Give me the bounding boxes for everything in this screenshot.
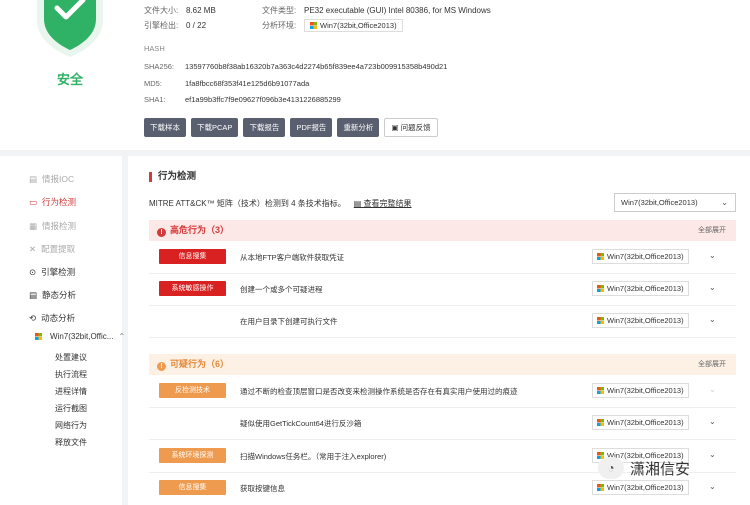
- action-bar: 下载样本 下载PCAP 下载报告 PDF报告 重新分析 ▣ 问题反馈: [144, 118, 438, 137]
- table-row[interactable]: 在用户目录下创建可执行文件 Win7(32bit,Office2013) ⌄: [149, 306, 736, 338]
- windows-icon: [35, 333, 42, 340]
- sidebar-env[interactable]: Win7(32bit,Offic... ⌃: [35, 332, 125, 341]
- windows-icon: [597, 253, 604, 260]
- doc-icon: ▤: [353, 199, 364, 208]
- file-size: 文件大小: 8.62 MB: [144, 6, 216, 15]
- verdict-label: 安全: [56, 72, 83, 87]
- sidebar-sub-dropped[interactable]: 释放文件: [55, 437, 87, 448]
- expand-all-button[interactable]: 全部展开: [698, 354, 726, 375]
- env-tag: Win7(32bit,Office2013): [304, 19, 403, 32]
- feedback-icon: ▣: [391, 123, 401, 132]
- download-report-button[interactable]: 下载报告: [243, 118, 286, 137]
- category-tag: 信息搜集: [159, 480, 226, 495]
- sidebar-item-ioc[interactable]: ▤ 情报IOC: [29, 173, 74, 185]
- sidebar-item-intel[interactable]: ▦ 情报检测: [29, 220, 76, 232]
- sidebar-sub-flow[interactable]: 执行流程: [55, 369, 87, 380]
- windows-icon: [597, 419, 604, 426]
- env-select[interactable]: Win7(32bit,Office2013) ⌄: [614, 193, 736, 212]
- sidebar-sub-suggest[interactable]: 处置建议: [55, 352, 87, 363]
- env-tag: Win7(32bit,Office2013): [592, 249, 689, 264]
- expand-all-button[interactable]: 全部展开: [698, 220, 726, 241]
- env-tag: Win7(32bit,Office2013): [592, 415, 689, 430]
- feedback-button[interactable]: ▣ 问题反馈: [384, 118, 438, 137]
- sidebar-sub-screenshot[interactable]: 运行截图: [55, 403, 87, 414]
- env-tag: Win7(32bit,Office2013): [592, 480, 689, 495]
- table-row[interactable]: 系统敏感操作 创建一个或多个可疑进程 Win7(32bit,Office2013…: [149, 274, 736, 306]
- chevron-down-icon: ⌄: [721, 198, 728, 207]
- reanalyze-button[interactable]: 重新分析: [337, 118, 380, 137]
- behavior-desc: 获取按键信息: [240, 484, 285, 493]
- summary-panel: 安全 文件大小: 8.62 MB 文件类型: PE32 executable (GU…: [0, 0, 750, 150]
- mitre-summary: MITRE ATT&CK™ 矩阵（技术）检测到 4 条技术指标。 ▤ 查看完整结果: [149, 199, 412, 208]
- watermark: ◔ 潇湘信安: [598, 457, 690, 479]
- chevron-down-icon[interactable]: ⌄: [709, 283, 716, 292]
- behavior-desc: 在用户目录下创建可执行文件: [240, 317, 338, 326]
- category-tag: 系统敏感操作: [159, 281, 226, 296]
- behavior-desc: 疑似使用GetTickCount64进行反沙箱: [240, 419, 362, 428]
- chevron-down-icon[interactable]: ⌄: [709, 417, 716, 426]
- sha256-row: SHA256: 13597760b8f38ab16320b7a363c4d2274…: [144, 62, 448, 71]
- md5-row: MD5: 1fa8fbcc68f353f41e125d6b91077ada: [144, 79, 310, 88]
- alert-icon: !: [157, 228, 166, 237]
- table-row[interactable]: 反检测技术 通过不断的检查顶层窗口是否改变来检测操作系统是否存在有真实用户使用过…: [149, 376, 736, 408]
- monitor-icon: ▭: [29, 196, 38, 207]
- category-tag: 系统环境探测: [159, 448, 226, 463]
- sidebar-sub-network[interactable]: 网络行为: [55, 420, 87, 431]
- sidebar-item-behavior[interactable]: ▭ 行为检测: [29, 196, 76, 208]
- download-pcap-button[interactable]: 下载PCAP: [191, 118, 239, 137]
- static-icon: ▤: [29, 289, 38, 300]
- wechat-icon: ◔: [598, 457, 624, 479]
- sidebar-item-config[interactable]: ✕ 配置提取: [29, 243, 75, 255]
- chevron-down-icon[interactable]: ⌄: [709, 251, 716, 260]
- chevron-down-icon[interactable]: ⌄: [709, 450, 716, 459]
- help-circle-icon: ⊙: [29, 266, 37, 277]
- analysis-env: 分析环境: Win7(32bit,Office2013): [262, 19, 403, 32]
- sidebar-item-engine[interactable]: ⊙ 引擎检测: [29, 266, 75, 278]
- windows-icon: [597, 387, 604, 394]
- env-tag: Win7(32bit,Office2013): [592, 383, 689, 398]
- behavior-desc: 从本地FTP客户端软件获取凭证: [240, 253, 345, 262]
- sidebar-sub-process[interactable]: 进程详情: [55, 386, 87, 397]
- env-tag: Win7(32bit,Office2013): [592, 281, 689, 296]
- mitre-full-link[interactable]: ▤ 查看完整结果: [354, 199, 412, 208]
- sidebar-item-dynamic[interactable]: ⟲ 动态分析: [29, 312, 75, 324]
- engine-result: 引擎检出: 0 / 22: [144, 21, 207, 30]
- env-tag: Win7(32bit,Office2013): [592, 313, 689, 328]
- document-icon: ▦: [29, 220, 38, 231]
- windows-icon: [597, 285, 604, 292]
- chevron-up-icon: ⌃: [118, 332, 126, 341]
- download-sample-button[interactable]: 下载样本: [144, 118, 186, 137]
- windows-icon: [310, 22, 317, 29]
- tools-icon: ✕: [29, 243, 37, 254]
- pdf-report-button[interactable]: PDF报告: [290, 118, 333, 137]
- hash-title: HASH: [144, 44, 165, 53]
- alert-icon: !: [157, 362, 166, 371]
- behavior-desc: 通过不断的检查顶层窗口是否改变来检测操作系统是否存在有真实用户使用过的痕迹: [240, 387, 518, 396]
- category-tag: 信息搜集: [159, 249, 226, 264]
- table-row[interactable]: 信息搜集 从本地FTP客户端软件获取凭证 Win7(32bit,Office20…: [149, 242, 736, 274]
- list-icon: ▤: [29, 173, 38, 184]
- chevron-down-icon[interactable]: ⌄: [709, 385, 716, 394]
- file-type: 文件类型: PE32 executable (GUI) Intel 80386, …: [262, 6, 491, 15]
- sha1-row: SHA1: ef1a99b3ffc7f9e09627f096b3e41312268…: [144, 95, 341, 104]
- windows-icon: [597, 317, 604, 324]
- high-risk-header[interactable]: ! 高危行为（3） 全部展开: [149, 220, 736, 241]
- section-title: 行为检测: [149, 172, 196, 182]
- shield-check-icon: [37, 0, 103, 57]
- behavior-desc: 扫描Windows任务栏。（常用于注入explorer): [240, 452, 387, 461]
- table-row[interactable]: 疑似使用GetTickCount64进行反沙箱 Win7(32bit,Offic…: [149, 408, 736, 440]
- chevron-down-icon[interactable]: ⌄: [709, 482, 716, 491]
- behavior-desc: 创建一个或多个可疑进程: [240, 285, 323, 294]
- sidebar-item-static[interactable]: ▤ 静态分析: [29, 289, 76, 301]
- dynamic-icon: ⟲: [29, 312, 37, 323]
- category-tag: 反检测技术: [159, 383, 226, 398]
- chevron-down-icon[interactable]: ⌄: [709, 315, 716, 324]
- suspicious-header[interactable]: ! 可疑行为（6） 全部展开: [149, 354, 736, 375]
- windows-icon: [597, 484, 604, 491]
- sidebar: ▤ 情报IOC ▭ 行为检测 ▦ 情报检测 ✕ 配置提取 ⊙ 引擎检测 ▤ 静态分析 ⟲ 动态…: [0, 156, 128, 505]
